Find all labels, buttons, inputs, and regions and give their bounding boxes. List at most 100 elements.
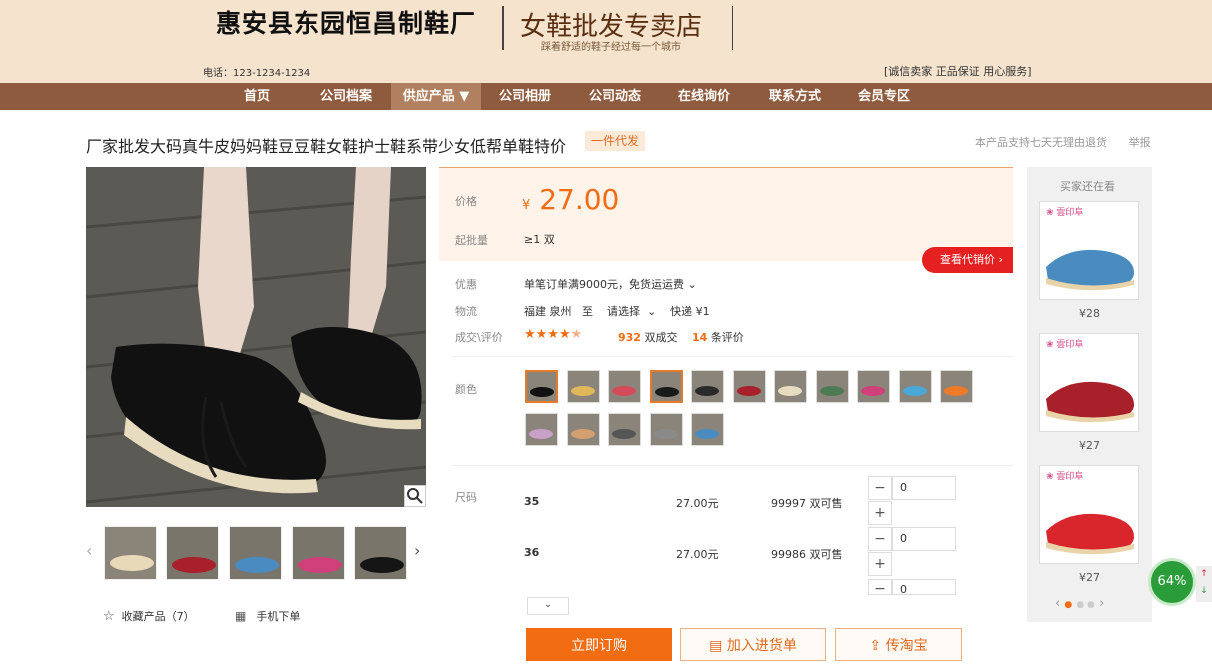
zoom-icon[interactable]: [404, 485, 426, 507]
product-title: 厂家批发大码真牛皮妈妈鞋豆豆鞋女鞋护士鞋系带少女低帮单鞋特价: [86, 137, 567, 156]
divider: [452, 356, 1013, 357]
size-36-minus-button[interactable]: −: [868, 527, 892, 551]
phone-number: 电话：123-1234-1234: [203, 68, 311, 79]
color-swatch[interactable]: [649, 413, 683, 446]
color-swatch[interactable]: [815, 370, 849, 403]
color-swatch[interactable]: [857, 370, 890, 403]
favorite-button[interactable]: ☆ 收藏产品（7）: [103, 608, 195, 624]
size-label: 尺码: [455, 491, 477, 504]
brand-logo: ❀ 雲印阜: [1046, 208, 1084, 218]
divider: [732, 6, 733, 50]
rating-stars: ★★★★★: [524, 327, 583, 342]
size-37-quantity-input[interactable]: 0: [892, 579, 956, 595]
nav-contact[interactable]: 联系方式: [755, 83, 835, 110]
price-value: ¥ 27.00: [522, 183, 620, 216]
color-swatch[interactable]: [649, 370, 683, 403]
nav-album[interactable]: 公司相册: [485, 83, 565, 110]
color-swatch[interactable]: [608, 413, 641, 446]
chevron-right-icon[interactable]: ›: [1099, 596, 1104, 611]
recommend-item[interactable]: ❀ 雲印阜: [1039, 465, 1139, 564]
deals-count: 932 双成交: [618, 331, 678, 344]
share-icon: ⇪: [869, 638, 882, 654]
expand-sizes-button[interactable]: ⌄: [527, 597, 569, 615]
carousel-nav[interactable]: ‹ ● ● ● ›: [1055, 596, 1104, 611]
moq-value: ≥1 双: [524, 233, 555, 246]
dropship-badge: 一件代发: [585, 131, 645, 151]
color-swatch[interactable]: [525, 370, 558, 403]
recommend-item[interactable]: ❀ 雲印阜: [1039, 201, 1139, 300]
recommend-price: ¥27: [1079, 439, 1100, 452]
buy-now-button[interactable]: 立即订购: [526, 628, 672, 661]
support-links: 本产品支持七天无理由退货 举报: [975, 134, 1151, 150]
shipping-label: 物流: [455, 305, 477, 318]
nav-products[interactable]: 供应产品 ▼: [391, 83, 481, 110]
thumbnail-4[interactable]: [292, 526, 345, 580]
seller-promise: [诚信卖家 正品保证 用心服务]: [884, 65, 1032, 78]
chevron-right-icon[interactable]: ›: [414, 541, 420, 560]
recommend-item[interactable]: ❀ 雲印阜: [1039, 333, 1139, 432]
nav-member[interactable]: 会员专区: [844, 83, 924, 110]
deals-label: 成交\评价: [455, 331, 503, 344]
divider: [502, 6, 504, 50]
size-35: 35: [524, 495, 540, 508]
size-36: 36: [524, 546, 540, 559]
star-outline-icon: ☆: [103, 609, 115, 624]
sidebar-title: 买家还在看: [1060, 180, 1115, 193]
size-35-stock: 99997 双可售: [771, 497, 843, 510]
color-swatch[interactable]: [774, 370, 807, 403]
size-36-quantity-input[interactable]: 0: [892, 527, 956, 551]
discount-label: 优惠: [455, 278, 477, 291]
divider: [452, 465, 1013, 466]
store-slogan: 踩着舒适的鞋子经过每一个城市: [541, 42, 681, 53]
chevron-left-icon[interactable]: ‹: [1055, 596, 1060, 611]
color-swatch[interactable]: [732, 370, 766, 403]
size-37-minus-button[interactable]: −: [868, 579, 892, 595]
color-swatch[interactable]: [566, 413, 600, 446]
return-policy: 本产品支持七天无理由退货: [975, 136, 1107, 149]
report-link[interactable]: 举报: [1129, 136, 1151, 149]
color-label: 颜色: [455, 383, 477, 396]
gauge-arrows: ↑ ↓: [1196, 566, 1212, 602]
color-swatch[interactable]: [608, 370, 641, 403]
color-swatch[interactable]: [566, 370, 600, 403]
size-35-minus-button[interactable]: −: [868, 476, 892, 500]
price-label: 价格: [455, 195, 477, 208]
size-36-stock: 99986 双可售: [771, 548, 843, 561]
list-icon: ▤: [709, 638, 723, 654]
thumbnail-3[interactable]: [229, 526, 282, 580]
color-swatch[interactable]: [940, 370, 973, 403]
add-to-cart-button[interactable]: ▤ 加入进货单: [680, 628, 826, 661]
size-36-plus-button[interactable]: +: [868, 552, 892, 576]
company-name: 惠安县东园恒昌制鞋厂: [216, 9, 477, 38]
main-nav: 首页 公司档案 供应产品 ▼ 公司相册 公司动态 在线询价 联系方式 会员专区: [0, 83, 1212, 110]
nav-home[interactable]: 首页: [217, 83, 297, 110]
mobile-order-button[interactable]: ▦ 手机下单: [235, 608, 300, 624]
nav-inquiry[interactable]: 在线询价: [664, 83, 744, 110]
color-swatch[interactable]: [898, 370, 932, 403]
thumbnail-2[interactable]: [166, 526, 219, 580]
color-swatch[interactable]: [691, 413, 724, 446]
nav-news[interactable]: 公司动态: [575, 83, 655, 110]
speed-gauge[interactable]: 64%: [1148, 558, 1196, 606]
header: 惠安县东园恒昌制鞋厂 女鞋批发专卖店 踩着舒适的鞋子经过每一个城市 电话：123…: [0, 0, 1212, 83]
send-to-taobao-button[interactable]: ⇪ 传淘宝: [835, 628, 962, 661]
size-35-quantity-input[interactable]: 0: [892, 476, 956, 500]
discount-value[interactable]: 单笔订单满9000元，免货运运费 ⌄: [524, 276, 697, 292]
main-product-image[interactable]: [86, 167, 426, 507]
recommend-price: ¥27: [1079, 571, 1100, 584]
size-36-price: 27.00元: [676, 548, 719, 561]
view-dropship-price-button[interactable]: 查看代销价 ›: [922, 247, 1013, 273]
chevron-down-icon: ⌄: [543, 599, 553, 610]
shipping-value[interactable]: 福建 泉州 至 请选择 ⌄ 快递 ¥1: [524, 303, 710, 319]
recommend-price: ¥28: [1079, 307, 1100, 320]
color-swatch[interactable]: [525, 413, 558, 446]
nav-profile[interactable]: 公司档案: [306, 83, 386, 110]
reviews-count[interactable]: 14 条评价: [692, 329, 744, 345]
chevron-left-icon[interactable]: ‹: [86, 541, 92, 560]
size-35-plus-button[interactable]: +: [868, 501, 892, 525]
color-swatch[interactable]: [691, 370, 724, 403]
qr-code-icon: ▦: [235, 609, 247, 623]
thumbnail-5[interactable]: [354, 526, 407, 580]
thumbnail-1[interactable]: [104, 526, 157, 580]
brand-logo: ❀ 雲印阜: [1046, 472, 1084, 482]
